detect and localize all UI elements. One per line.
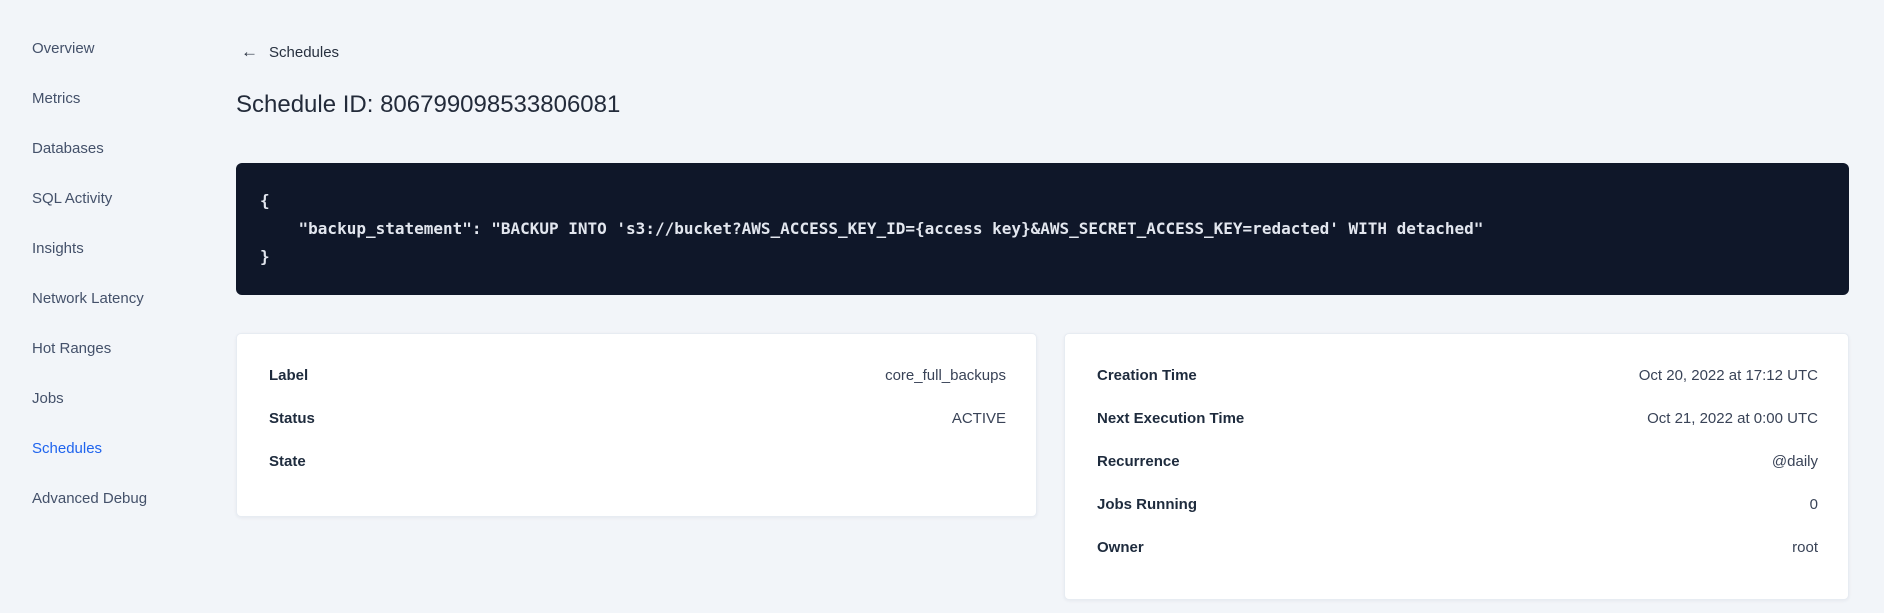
detail-cards-row: Label core_full_backups Status ACTIVE St…: [236, 333, 1849, 600]
recurrence-row-label: Recurrence: [1097, 453, 1180, 470]
jobs-running-row-label: Jobs Running: [1097, 496, 1197, 513]
back-to-schedules-link[interactable]: ← Schedules: [236, 42, 340, 61]
owner-row-label: Owner: [1097, 539, 1144, 556]
jobs-running-row-value: 0: [1809, 496, 1818, 513]
main-content: ← Schedules Schedule ID: 806799098533806…: [236, 0, 1849, 600]
status-row-label: Status: [269, 410, 315, 427]
back-link-label: Schedules: [269, 43, 340, 61]
execution-info-card: Creation Time Oct 20, 2022 at 17:12 UTC …: [1064, 333, 1849, 600]
state-row-label: State: [269, 453, 306, 470]
sidebar-nav: Overview Metrics Databases SQL Activity …: [0, 0, 236, 613]
code-line: }: [260, 247, 270, 266]
owner-row-value: root: [1792, 539, 1818, 556]
label-row-label: Label: [269, 367, 309, 384]
sidebar-item-hot-ranges[interactable]: Hot Ranges: [0, 323, 236, 373]
sidebar-item-databases[interactable]: Databases: [0, 123, 236, 173]
creation-time-row-value: Oct 20, 2022 at 17:12 UTC: [1638, 367, 1818, 384]
label-row-value: core_full_backups: [885, 367, 1006, 384]
next-execution-time-row-label: Next Execution Time: [1097, 410, 1245, 427]
sidebar-item-metrics[interactable]: Metrics: [0, 73, 236, 123]
sidebar-item-advanced-debug[interactable]: Advanced Debug: [0, 473, 236, 523]
next-execution-time-row-value: Oct 21, 2022 at 0:00 UTC: [1647, 410, 1818, 427]
sidebar-item-schedules[interactable]: Schedules: [0, 423, 236, 473]
table-row: Creation Time Oct 20, 2022 at 17:12 UTC: [1065, 354, 1848, 397]
table-row: State: [237, 440, 1036, 483]
table-row: Recurrence @daily: [1065, 440, 1848, 483]
table-row: Next Execution Time Oct 21, 2022 at 0:00…: [1065, 397, 1848, 440]
status-row-value: ACTIVE: [951, 410, 1006, 427]
schedule-details-page: Overview Metrics Databases SQL Activity …: [0, 0, 1884, 613]
recurrence-row-value: @daily: [1771, 453, 1818, 470]
sidebar-item-sql-activity[interactable]: SQL Activity: [0, 173, 236, 223]
sidebar-item-overview[interactable]: Overview: [0, 23, 236, 73]
back-arrow-icon: ←: [241, 42, 258, 61]
sidebar-item-network-latency[interactable]: Network Latency: [0, 273, 236, 323]
page-title: Schedule ID: 806799098533806081: [236, 91, 621, 118]
code-line: "backup_statement": "BACKUP INTO 's3://b…: [260, 219, 1484, 238]
sidebar-item-jobs[interactable]: Jobs: [0, 373, 236, 423]
table-row: Label core_full_backups: [237, 354, 1036, 397]
schedule-info-card: Label core_full_backups Status ACTIVE St…: [236, 333, 1037, 517]
table-row: Status ACTIVE: [237, 397, 1036, 440]
sidebar-item-insights[interactable]: Insights: [0, 223, 236, 273]
table-row: Owner root: [1065, 526, 1848, 569]
backup-statement-code-block: { "backup_statement": "BACKUP INTO 's3:/…: [236, 163, 1849, 295]
table-row: Jobs Running 0: [1065, 483, 1848, 526]
creation-time-row-label: Creation Time: [1097, 367, 1197, 384]
code-line: {: [260, 191, 270, 210]
